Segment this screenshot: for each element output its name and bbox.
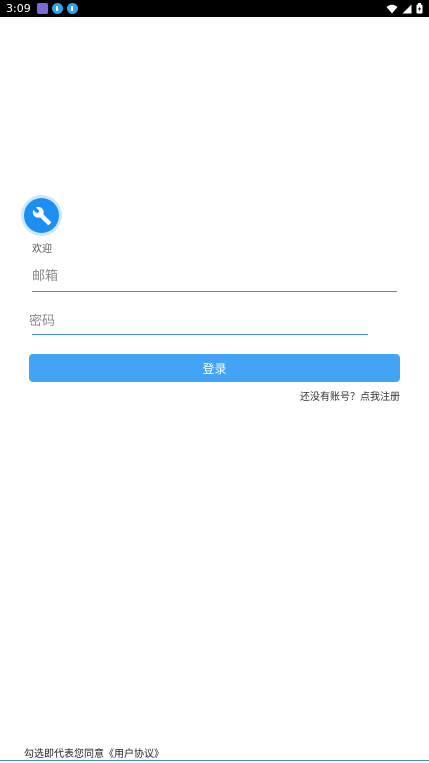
app-logo <box>21 195 62 236</box>
email-underline <box>32 291 397 292</box>
user-agreement-text[interactable]: 勾选即代表您同意《用户协议》 <box>24 745 164 760</box>
download-icon <box>66 3 78 14</box>
password-underline <box>32 334 368 335</box>
email-field[interactable] <box>32 266 397 286</box>
status-bar: 3:09 <box>0 0 429 17</box>
welcome-text: 欢迎 <box>32 244 52 255</box>
login-button[interactable]: 登录 <box>29 354 400 382</box>
wifi-icon <box>386 4 398 13</box>
download-icon <box>51 3 63 14</box>
calendar-notification-icon <box>36 3 48 14</box>
logo-circle <box>24 198 59 233</box>
password-field[interactable] <box>29 311 368 331</box>
status-left: 3:09 <box>6 2 78 15</box>
bottom-divider <box>0 760 429 761</box>
status-right <box>386 3 423 14</box>
register-link[interactable]: 还没有账号？点我注册 <box>300 388 400 403</box>
battery-icon <box>416 3 423 14</box>
cellular-signal-icon <box>402 4 412 13</box>
status-time: 3:09 <box>6 2 31 15</box>
wrench-icon <box>32 206 51 225</box>
